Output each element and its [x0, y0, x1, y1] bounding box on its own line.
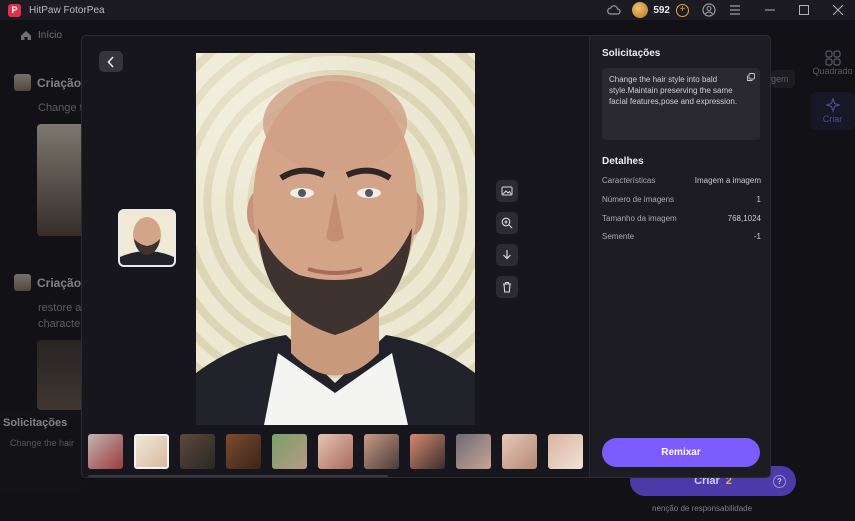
- zoom-in-icon: [501, 217, 513, 229]
- thumbnail-4[interactable]: [226, 434, 261, 469]
- image-viewer-modal: Solicitações Change the hair style into …: [81, 35, 771, 478]
- thumbnail-3[interactable]: [180, 434, 215, 469]
- app-logo: P: [8, 3, 21, 17]
- thumbnail-11[interactable]: [548, 434, 583, 469]
- detail-label: Número de imagens: [602, 195, 675, 204]
- image-tools: [496, 180, 518, 308]
- trash-icon: [503, 281, 511, 293]
- thumbnail-6[interactable]: [318, 434, 353, 469]
- detail-label: Características: [602, 176, 656, 185]
- detail-row-image-count: Número de imagens 1: [602, 195, 761, 204]
- thumbnail-1[interactable]: [88, 434, 123, 469]
- detail-value: -1: [753, 232, 761, 241]
- main-image: [196, 53, 475, 425]
- image-edit-icon: [501, 186, 513, 196]
- detail-value: 1: [756, 195, 761, 204]
- close-button[interactable]: [821, 0, 855, 20]
- delete-button[interactable]: [496, 276, 518, 298]
- thumbnail-9[interactable]: [456, 434, 491, 469]
- detail-label: Tamanho da imagem: [602, 214, 677, 223]
- remix-button[interactable]: Remixar: [602, 438, 760, 467]
- requests-title: Solicitações: [602, 48, 661, 59]
- detail-row-seed: Semente -1: [602, 232, 761, 241]
- thumbnail-2[interactable]: [134, 434, 169, 469]
- prompt-box: Change the hair style into bald style.Ma…: [602, 68, 760, 140]
- detail-row-image-size: Tamanho da imagem 768,1024: [602, 214, 761, 223]
- maximize-button[interactable]: [787, 0, 821, 20]
- details-panel: Solicitações Change the hair style into …: [589, 36, 770, 477]
- thumbnail-scrollbar[interactable]: [88, 475, 388, 477]
- detail-row-features: Características Imagem a imagem: [602, 176, 761, 185]
- download-button[interactable]: [496, 244, 518, 266]
- copy-icon[interactable]: [747, 73, 755, 84]
- thumbnail-7[interactable]: [364, 434, 399, 469]
- detail-label: Semente: [602, 232, 635, 241]
- help-icon[interactable]: ?: [773, 474, 786, 488]
- title-bar: P HitPaw FotorPea 592 +: [0, 0, 855, 20]
- detail-value: Imagem a imagem: [694, 176, 761, 185]
- menu-icon[interactable]: [727, 2, 743, 18]
- credits-coin-icon: [632, 2, 649, 18]
- details-title: Detalhes: [602, 156, 644, 167]
- thumbnail-5[interactable]: [272, 434, 307, 469]
- image-edit-button[interactable]: [496, 180, 518, 202]
- download-icon: [503, 250, 511, 260]
- prompt-text: Change the hair style into bald style.Ma…: [609, 75, 738, 106]
- thumbnail-10[interactable]: [502, 434, 537, 469]
- source-thumbnail[interactable]: [118, 209, 176, 267]
- thumbnail-strip: [88, 434, 586, 474]
- disclaimer-link[interactable]: nenção de responsabilidade: [652, 504, 752, 513]
- minimize-button[interactable]: [753, 0, 787, 20]
- chevron-left-icon: [107, 55, 114, 68]
- cloud-icon[interactable]: [606, 2, 622, 18]
- credits-count: 592: [653, 4, 670, 16]
- detail-value: 768,1024: [727, 214, 761, 223]
- app-title: HitPaw FotorPea: [29, 4, 105, 16]
- zoom-in-button[interactable]: [496, 212, 518, 234]
- add-credits-icon[interactable]: +: [676, 3, 689, 17]
- user-icon[interactable]: [701, 2, 717, 18]
- thumbnail-8[interactable]: [410, 434, 445, 469]
- back-button[interactable]: [99, 51, 123, 72]
